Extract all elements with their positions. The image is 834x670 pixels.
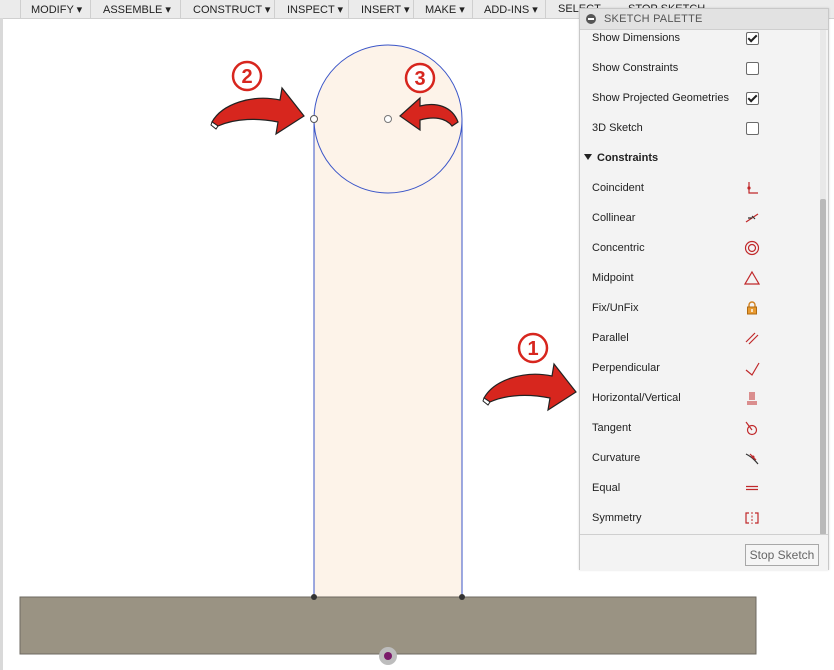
constraint-label: Equal [592, 482, 621, 494]
base-body[interactable] [19, 596, 757, 655]
constraint-label: Tangent [592, 422, 632, 434]
line-endpoint[interactable] [459, 594, 465, 600]
constraint-label: Fix/UnFix [592, 302, 639, 314]
perpendicular-icon [745, 362, 760, 376]
checkbox[interactable] [746, 92, 759, 105]
constraints-section-title: Constraints [597, 152, 659, 164]
collapse-icon[interactable] [586, 14, 596, 24]
constraint-label: Concentric [592, 242, 645, 254]
concentric-icon [744, 240, 760, 256]
origin-center [384, 652, 392, 660]
checkbox[interactable] [746, 122, 759, 135]
circle-quadrant-point[interactable] [310, 115, 318, 123]
callout-arrow-1: 1 [482, 332, 577, 412]
collinear-icon [745, 213, 759, 223]
coincident-icon [747, 182, 758, 194]
option-label: 3D Sketch [592, 122, 643, 134]
constraint-label: Coincident [592, 182, 644, 194]
line-endpoint[interactable] [311, 594, 317, 600]
checkbox[interactable] [746, 62, 759, 75]
lock-icon [747, 301, 757, 315]
badge-2-number: 2 [241, 66, 252, 88]
constraint-label: Midpoint [592, 272, 634, 284]
midpoint-icon [744, 270, 760, 285]
badge-3-number: 3 [414, 68, 425, 90]
option-label: Show Projected Geometries [592, 92, 729, 104]
horizontal-vertical-icon [747, 392, 757, 405]
stop-sketch-button[interactable]: Stop Sketch [745, 544, 819, 566]
sketch-palette: SKETCH PALETTE Show Dimensions Show Cons… [579, 8, 829, 570]
equal-icon [746, 485, 758, 491]
palette-title: SKETCH PALETTE [604, 13, 703, 25]
tangent-icon [745, 421, 758, 436]
checkbox[interactable] [746, 32, 759, 45]
symmetry-icon [745, 512, 759, 524]
palette-scrollbar-thumb[interactable] [820, 199, 826, 535]
constraint-label: Curvature [592, 452, 641, 464]
option-label: Show Constraints [592, 62, 679, 74]
expand-triangle-icon [584, 154, 592, 160]
constraint-label: Parallel [592, 332, 629, 344]
palette-header[interactable]: SKETCH PALETTE [580, 9, 828, 30]
constraint-label: Collinear [592, 212, 636, 224]
badge-1-number: 1 [527, 338, 538, 360]
constraints-section-header[interactable]: Constraints [584, 152, 658, 164]
curvature-icon [745, 453, 759, 465]
parallel-icon [745, 332, 759, 345]
option-label: Show Dimensions [592, 32, 681, 44]
constraint-label: Symmetry [592, 512, 642, 524]
circle-center-point[interactable] [384, 115, 392, 123]
sketch-profile[interactable] [314, 45, 462, 597]
constraint-label: Horizontal/Vertical [592, 392, 681, 404]
callout-arrow-2: 2 [210, 60, 305, 136]
palette-footer: Stop Sketch [580, 534, 828, 570]
constraint-label: Perpendicular [592, 362, 660, 374]
